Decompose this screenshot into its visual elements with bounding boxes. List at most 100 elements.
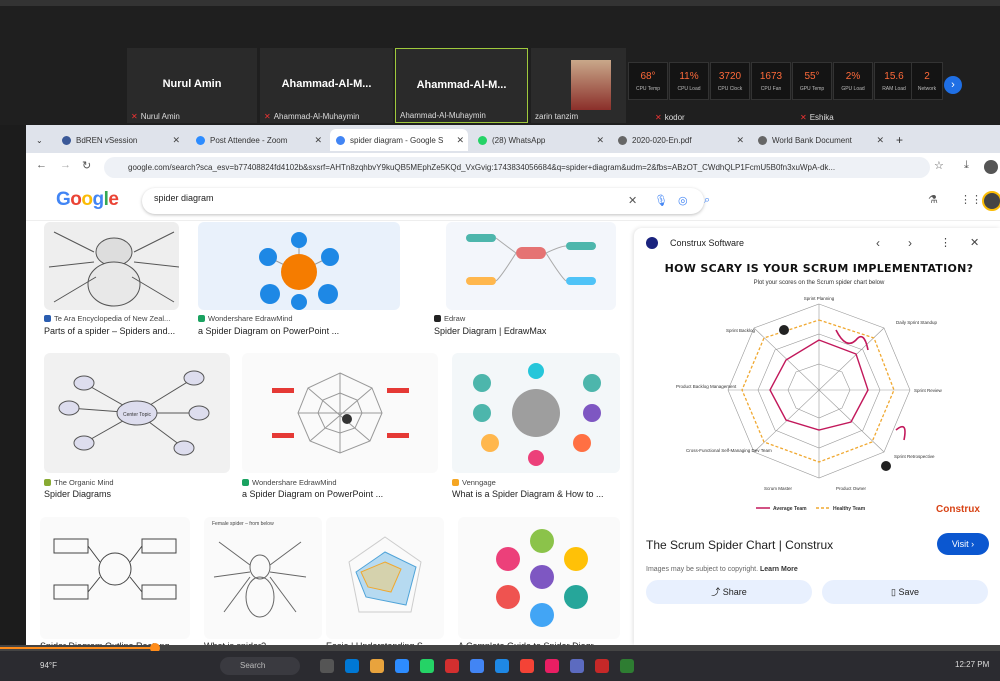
result-title[interactable]: a Spider Diagram on PowerPoint ... (198, 326, 339, 336)
clear-icon[interactable]: ✕ (628, 194, 637, 207)
svg-text:Product Owner: Product Owner (836, 486, 867, 491)
result-title[interactable]: What is a Spider Diagram & How to ... (452, 489, 604, 499)
spider-diagram-image (473, 363, 601, 466)
google-header: Google ✕ 🎙 ◎ ⌕ ⚗ ⋮⋮ (26, 181, 1000, 221)
app-icon[interactable] (470, 659, 484, 673)
google-logo[interactable]: Google (56, 189, 119, 211)
previous-chevron-icon[interactable]: ‹ (876, 236, 880, 250)
app-icon[interactable] (345, 659, 359, 673)
url-field[interactable]: google.com/search?sca_esv=b77408824fd410… (104, 157, 930, 178)
result-title[interactable]: Parts of a spider – Spiders and... (44, 326, 175, 336)
clock[interactable]: 12:27 PM (955, 660, 989, 669)
camera-lens-icon[interactable]: ◎ (678, 194, 688, 207)
result-source[interactable]: Edraw (434, 314, 465, 323)
radar-chart-image (348, 536, 422, 613)
tab-bar: ⌄ BdREN vSession ✕ Post Attendee - Zoom ✕ … (26, 125, 1000, 153)
result-thumbnail[interactable] (458, 517, 620, 639)
close-icon[interactable]: ✕ (970, 236, 979, 249)
result-thumbnail[interactable] (40, 517, 190, 639)
app-icon[interactable] (620, 659, 634, 673)
result-thumbnail[interactable] (198, 222, 400, 310)
next-page-arrow-icon[interactable]: › (944, 76, 962, 94)
svg-text:Product Backlog Management: Product Backlog Management (676, 384, 737, 389)
tab-google-search[interactable]: spider diagram - Google S ✕ (330, 129, 468, 151)
account-avatar[interactable] (982, 191, 1000, 211)
participant-tile-1[interactable]: Nurul Amin ✕ Nurul Amin (127, 48, 257, 123)
forward-arrow-icon[interactable]: → (60, 159, 71, 171)
new-tab-button[interactable]: + (890, 129, 910, 151)
tab-pdf[interactable]: 2020-020-En.pdf ✕ (612, 129, 748, 151)
app-icon[interactable] (545, 659, 559, 673)
app-icon[interactable] (420, 659, 434, 673)
bookmark-star-icon[interactable]: ☆ (934, 159, 944, 172)
result-title[interactable]: a Spider Diagram on PowerPoint ... (242, 489, 383, 499)
result-thumbnail[interactable] (446, 222, 616, 310)
result-title[interactable]: Spider Diagram | EdrawMax (434, 326, 546, 336)
result-source[interactable]: Venngage (452, 478, 496, 487)
favicon-icon (196, 135, 205, 145)
result-thumbnail[interactable] (242, 353, 438, 473)
app-icon[interactable] (520, 659, 534, 673)
video-thumbnail (571, 60, 611, 110)
result-source[interactable]: Wondershare EdrawMind (198, 314, 293, 323)
save-button[interactable]: ▯ Save (822, 580, 988, 604)
back-arrow-icon[interactable]: ← (36, 159, 47, 171)
close-icon[interactable]: ✕ (876, 135, 884, 146)
close-icon[interactable]: ✕ (172, 135, 180, 146)
svg-text:Cross-Functional Self-Managing: Cross-Functional Self-Managing Dev Team (686, 448, 772, 453)
participant-tile-video[interactable]: zarin tanzim (531, 48, 626, 123)
close-icon[interactable]: ✕ (596, 135, 604, 146)
learn-more-link[interactable]: Learn More (760, 566, 798, 573)
search-icon[interactable]: ⌕ (704, 194, 710, 207)
result-thumbnail[interactable] (44, 222, 179, 310)
download-icon[interactable]: ⤓ (964, 159, 969, 172)
labs-flask-icon[interactable]: ⚗ (928, 193, 938, 206)
app-icon[interactable] (595, 659, 609, 673)
result-thumbnail[interactable]: Female spider – from below (204, 517, 322, 639)
close-icon[interactable]: ✕ (736, 135, 744, 146)
address-bar-row: ← → ↻ google.com/search?sca_esv=b7740882… (26, 153, 1000, 181)
result-source[interactable]: The Organic Mind (44, 478, 114, 487)
female-spider-image (213, 541, 307, 618)
result-thumbnail[interactable]: Center Topic (44, 353, 230, 473)
participant-tile-2[interactable]: Ahammad-Al-M... ✕ Ahammad-Al-Muhaymin (260, 48, 393, 123)
close-icon[interactable]: ✕ (314, 135, 322, 146)
close-icon[interactable]: ✕ (456, 135, 464, 146)
result-source[interactable]: Te Ara Encyclopedia of New Zeal... (44, 314, 170, 323)
tab-worldbank[interactable]: World Bank Document ✕ (752, 129, 888, 151)
reload-icon[interactable]: ↻ (82, 159, 91, 172)
app-icon[interactable] (495, 659, 509, 673)
share-button[interactable]: ⤴ Share (646, 580, 812, 604)
search-input[interactable] (154, 193, 574, 203)
app-icon[interactable] (320, 659, 334, 673)
image-title[interactable]: The Scrum Spider Chart | Construx (646, 538, 833, 552)
tab-whatsapp[interactable]: (28) WhatsApp ✕ (472, 129, 608, 151)
result-thumbnail[interactable] (452, 353, 620, 473)
result-title[interactable]: Spider Diagrams (44, 489, 111, 499)
more-options-icon[interactable]: ⋮ (940, 236, 951, 249)
app-icon[interactable] (370, 659, 384, 673)
weather-temp[interactable]: 94°F (40, 661, 57, 670)
tab-bdren[interactable]: BdREN vSession ✕ (56, 129, 184, 151)
apps-grid-icon[interactable]: ⋮⋮ (960, 193, 982, 206)
microphone-icon[interactable]: 🎙 (654, 194, 668, 207)
gauge-network: 2 Network (911, 62, 943, 100)
participant-caption: ✕ Ahammad-Al-Muhaymin (264, 112, 360, 121)
result-source[interactable]: Wondershare EdrawMind (242, 478, 337, 487)
app-icon[interactable] (395, 659, 409, 673)
participant-tile-3-active[interactable]: Ahammad-Al-M... Ahammad-Al-Muhaymin (395, 48, 528, 123)
center-topic-text: Center Topic (123, 412, 151, 418)
result-thumbnail[interactable] (326, 517, 444, 639)
site-name[interactable]: Construx Software (670, 238, 744, 248)
app-icon[interactable] (570, 659, 584, 673)
profile-avatar[interactable] (984, 160, 998, 174)
app-icon[interactable] (445, 659, 459, 673)
spider-drawing-image (48, 231, 179, 307)
tab-zoom[interactable]: Post Attendee - Zoom ✕ (190, 129, 326, 151)
favicon-icon (336, 135, 345, 145)
next-chevron-icon[interactable]: › (908, 236, 912, 250)
taskbar-search[interactable]: Search (220, 657, 300, 675)
zoom-participant-strip: Nurul Amin ✕ Nurul Amin Ahammad-Al-M... ✕… (0, 0, 1000, 125)
preview-image[interactable]: HOW SCARY IS YOUR SCRUM IMPLEMENTATION? … (646, 258, 992, 526)
visit-button[interactable]: Visit › (937, 533, 989, 555)
